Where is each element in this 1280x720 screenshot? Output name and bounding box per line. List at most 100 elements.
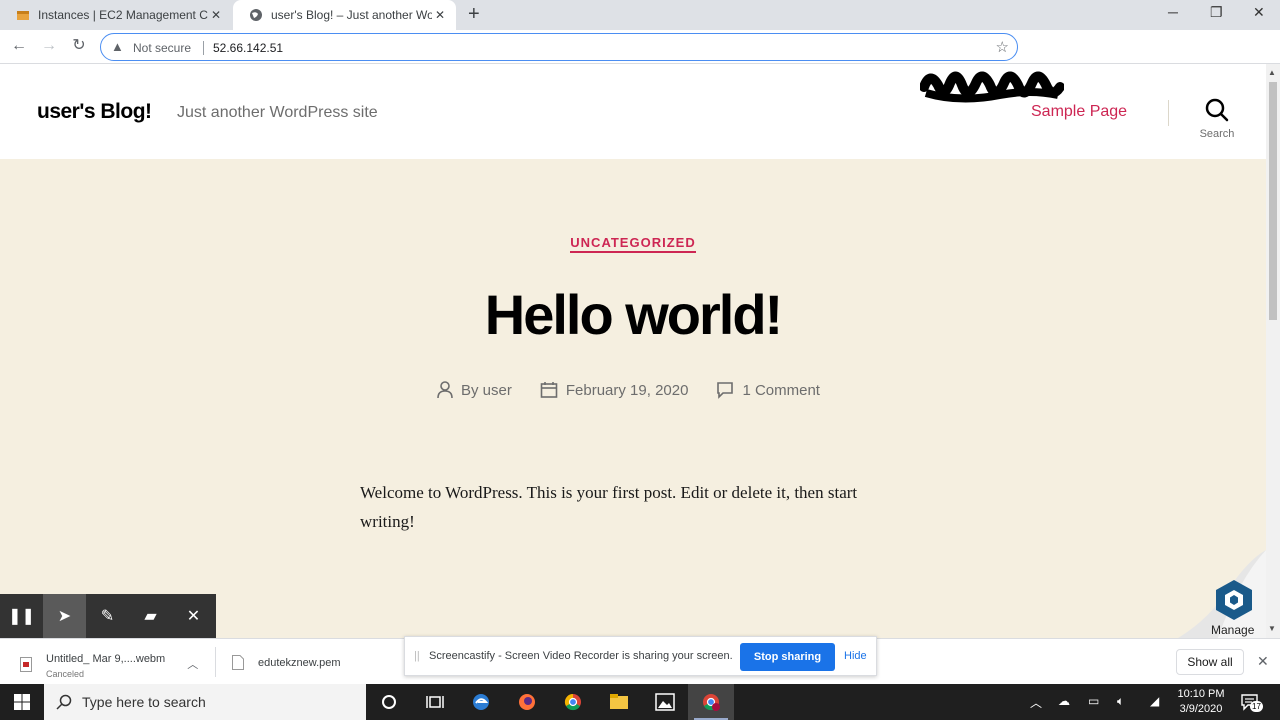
post-author: By user xyxy=(437,381,512,399)
minimize-icon[interactable]: ─ xyxy=(1168,4,1178,20)
sharing-message: Screencastify - Screen Video Recorder is… xyxy=(429,650,733,662)
screen-sharing-bar: || Screencastify - Screen Video Recorder… xyxy=(404,636,877,676)
scroll-down-icon[interactable]: ▼ xyxy=(1268,624,1276,633)
address-bar[interactable]: ▲ Not secure 52.66.142.51 ☆ xyxy=(100,33,1018,61)
volume-icon[interactable]: 🔈︎ xyxy=(1117,694,1124,709)
photos-icon[interactable] xyxy=(642,684,688,720)
drag-handle-icon[interactable]: || xyxy=(414,650,420,662)
download-item[interactable]: Untitled_ Mar 9,....webm Canceled ︿ xyxy=(20,649,198,679)
eraser-icon[interactable]: ▰ xyxy=(129,594,172,638)
web-page: user's Blog! Just another WordPress site… xyxy=(0,64,1266,638)
task-view-glyph xyxy=(426,696,444,708)
edge-icon[interactable] xyxy=(458,684,504,720)
tab-users-blog[interactable]: user's Blog! – Just another WordP ✕ xyxy=(233,0,456,30)
folder-glyph xyxy=(610,694,628,709)
download-name: Untitled_ Mar 9,....webm xyxy=(46,653,166,665)
tab-strip: Instances | EC2 Management Con ✕ user's … xyxy=(0,0,1280,30)
chrome-glyph xyxy=(703,694,720,711)
divider xyxy=(215,647,216,677)
aws-box-icon xyxy=(17,11,29,20)
chrome-profile-icon[interactable] xyxy=(688,684,734,720)
chrome-glyph xyxy=(564,693,581,711)
edge-glyph xyxy=(473,694,489,710)
date-link[interactable]: February 19, 2020 xyxy=(566,382,689,399)
scroll-thumb[interactable] xyxy=(1269,82,1277,320)
manage-label[interactable]: Manage xyxy=(1211,623,1254,637)
forward-arrow-icon[interactable]: → xyxy=(39,36,59,56)
vertical-scrollbar[interactable]: ▲ ▼ xyxy=(1266,64,1280,638)
site-header: user's Blog! Just another WordPress site… xyxy=(0,64,1266,159)
close-icon[interactable]: ✕ xyxy=(172,594,215,638)
clock-date: 3/9/2020 xyxy=(1179,703,1223,715)
onedrive-icon[interactable]: ☁ xyxy=(1058,694,1070,708)
comments-link[interactable]: 1 Comment xyxy=(742,382,820,399)
security-label[interactable]: Not secure xyxy=(133,41,191,55)
browser-toolbar: ← → ↻ ▲ Not secure 52.66.142.51 ☆ V ⋮ xyxy=(0,30,1280,86)
new-tab-button[interactable]: + xyxy=(468,4,480,24)
category-link[interactable]: UNCATEGORIZED xyxy=(570,235,696,253)
warning-icon[interactable]: ▲ xyxy=(111,39,124,54)
tab-title: user's Blog! – Just another WordP xyxy=(271,8,432,22)
file-icon xyxy=(232,655,244,670)
globe-icon xyxy=(250,9,262,21)
author-link[interactable]: By user xyxy=(461,382,512,399)
hide-button[interactable]: Hide xyxy=(844,650,867,662)
post-meta: By user February 19, 2020 1 Comment xyxy=(437,380,848,400)
cortana-icon[interactable] xyxy=(366,684,412,720)
chevron-up-icon[interactable]: ︿ xyxy=(187,656,198,672)
calendar-icon xyxy=(540,382,558,398)
download-status: Canceled xyxy=(46,669,85,679)
search-label: Search xyxy=(1199,128,1235,140)
start-button[interactable] xyxy=(0,684,44,720)
firefox-glyph xyxy=(519,694,535,710)
notification-count: 17 xyxy=(1250,701,1263,712)
taskbar-search[interactable]: Type here to search xyxy=(44,684,366,720)
show-all-button[interactable]: Show all xyxy=(1176,649,1244,675)
tab-ec2-instances[interactable]: Instances | EC2 Management Con ✕ xyxy=(0,0,232,30)
system-clock[interactable]: 10:10 PM 3/9/2020 xyxy=(1170,687,1232,717)
windows-taskbar: Type here to search ︿ ☁ ▭ 🔈︎ ◢ 10:10 PM … xyxy=(0,684,1280,720)
reload-icon[interactable]: ↻ xyxy=(69,36,89,56)
stop-sharing-button[interactable]: Stop sharing xyxy=(740,643,835,671)
header-separator xyxy=(1168,100,1169,126)
close-icon[interactable]: ✕ xyxy=(208,8,224,22)
back-arrow-icon[interactable]: ← xyxy=(9,36,29,56)
close-icon[interactable]: ✕ xyxy=(432,8,448,22)
close-window-icon[interactable]: ✕ xyxy=(1253,4,1265,21)
network-icon[interactable]: ◢ xyxy=(1150,694,1159,708)
download-item[interactable]: edutekznew.pem xyxy=(232,655,341,670)
pause-icon[interactable]: ❚❚ xyxy=(0,594,43,638)
scroll-up-icon[interactable]: ▲ xyxy=(1268,68,1276,77)
chevron-up-icon[interactable]: ︿ xyxy=(1030,694,1042,711)
post-title: Hello world! xyxy=(484,283,783,346)
nav-sample-page[interactable]: Sample Page xyxy=(1031,103,1127,121)
bookmark-star-icon[interactable]: ☆ xyxy=(996,38,1009,56)
url-text[interactable]: 52.66.142.51 xyxy=(213,41,283,55)
post-body: Welcome to WordPress. This is your first… xyxy=(360,483,858,531)
search-placeholder: Type here to search xyxy=(82,694,206,710)
notification-center-icon[interactable]: 17 xyxy=(1240,692,1263,712)
clock-time: 10:10 PM xyxy=(1177,688,1225,700)
post-comments: 1 Comment xyxy=(716,381,820,399)
file-icon xyxy=(20,656,32,672)
post-date: February 19, 2020 xyxy=(540,381,689,399)
manage-hexagon-icon[interactable] xyxy=(1212,578,1256,622)
pen-icon[interactable]: ✎ xyxy=(86,594,129,638)
firefox-icon[interactable] xyxy=(504,684,550,720)
site-description: Just another WordPress site xyxy=(177,104,378,121)
separator xyxy=(203,41,204,55)
battery-icon[interactable]: ▭ xyxy=(1088,694,1099,708)
screencastify-toolbar: ❚❚ ➤ ✎ ▰ ✕ xyxy=(0,594,216,638)
person-icon xyxy=(437,381,453,399)
chrome-icon[interactable] xyxy=(550,684,596,720)
site-title[interactable]: user's Blog! xyxy=(37,100,152,124)
close-icon[interactable]: ✕ xyxy=(1257,653,1269,670)
pointer-icon[interactable]: ➤ xyxy=(43,594,86,638)
redaction-scribble xyxy=(920,71,1064,103)
restore-icon[interactable]: ❐ xyxy=(1210,4,1223,21)
comment-icon xyxy=(717,382,734,399)
search-toggle[interactable]: Search xyxy=(1196,98,1238,140)
picture-glyph xyxy=(655,693,675,711)
file-explorer-icon[interactable] xyxy=(596,684,642,720)
task-view-icon[interactable] xyxy=(412,684,458,720)
